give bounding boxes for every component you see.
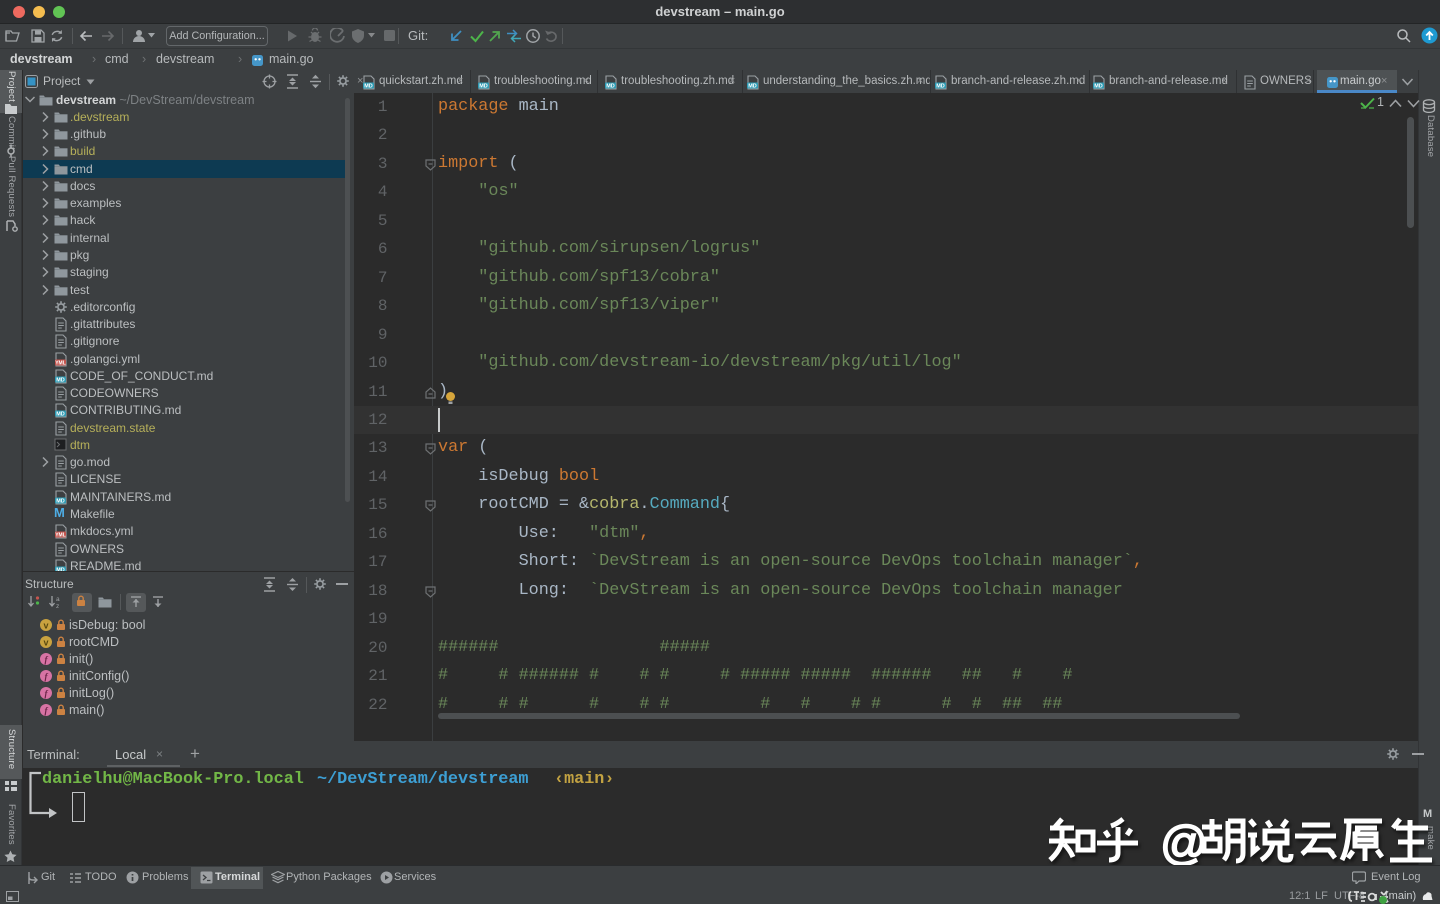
svg-text:z: z [56,603,59,610]
svg-text:a: a [56,596,60,603]
svg-text:@: @ [1160,816,1208,869]
